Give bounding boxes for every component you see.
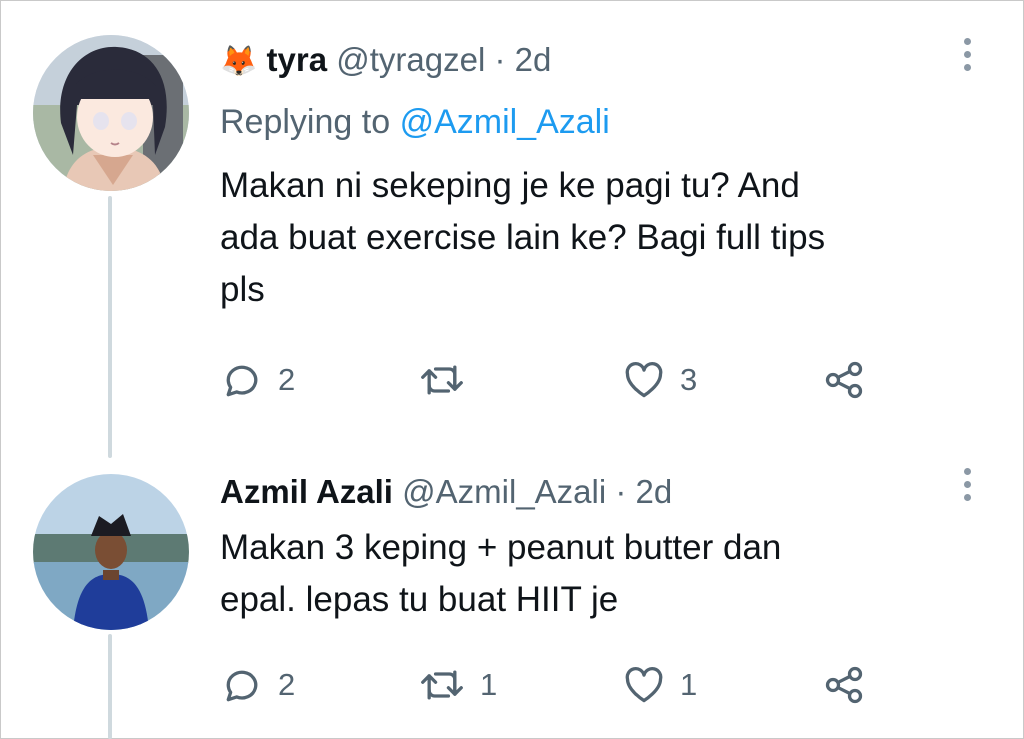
tweet-header: 🦊 tyra @tyragzel · 2d xyxy=(220,40,551,82)
tweet-text-line: Makan ni sekeping je ke pagi tu? And xyxy=(220,166,800,205)
tweet-text-line: Makan 3 keping + peanut butter dan xyxy=(220,528,782,567)
replying-to-line: Replying to @Azmil_Azali xyxy=(220,102,610,142)
retweet-count: 1 xyxy=(480,667,498,702)
retweet-icon xyxy=(421,670,463,700)
like-count: 3 xyxy=(680,362,698,397)
separator-dot: · xyxy=(615,473,627,510)
like-icon xyxy=(625,667,663,703)
share-button[interactable] xyxy=(822,358,866,402)
tweet-text: Makan 3 keping + peanut butter dan epal.… xyxy=(220,522,781,626)
avatar-azmil[interactable] xyxy=(33,474,189,630)
share-icon xyxy=(825,361,863,399)
more-icon[interactable] xyxy=(961,38,973,74)
replying-to-mention[interactable]: @Azmil_Azali xyxy=(400,103,610,141)
display-name[interactable]: tyra xyxy=(267,41,328,78)
retweet-button[interactable]: 1 xyxy=(418,663,497,707)
avatar-tyra[interactable] xyxy=(33,35,189,191)
retweet-icon xyxy=(421,365,463,395)
like-icon xyxy=(625,362,663,398)
reply-button[interactable]: 2 xyxy=(220,663,295,707)
separator-dot: · xyxy=(494,41,506,78)
reply-count: 2 xyxy=(278,667,296,702)
reply-count: 2 xyxy=(278,362,296,397)
user-handle[interactable]: @Azmil_Azali xyxy=(402,473,606,510)
retweet-button[interactable] xyxy=(418,358,480,402)
user-handle[interactable]: @tyragzel xyxy=(336,41,485,78)
like-count: 1 xyxy=(680,667,698,702)
display-name[interactable]: Azmil Azali xyxy=(220,473,393,510)
tweet-time[interactable]: 2d xyxy=(636,473,673,510)
share-button[interactable] xyxy=(822,663,866,707)
like-button[interactable]: 1 xyxy=(622,663,697,707)
fox-emoji: 🦊 xyxy=(220,45,258,78)
share-icon xyxy=(825,666,863,704)
profile-photo-image xyxy=(33,474,189,630)
reply-button[interactable]: 2 xyxy=(220,358,295,402)
thread-line xyxy=(108,196,112,458)
reply-icon xyxy=(226,670,258,702)
reply-icon xyxy=(226,365,258,397)
tweet-text-line: ada buat exercise lain ke? Bagi full tip… xyxy=(220,218,826,257)
replying-to-label: Replying to xyxy=(220,103,391,141)
tweet-text-line: pls xyxy=(220,270,265,309)
tweet-text-line: epal. lepas tu buat HIIT je xyxy=(220,580,619,619)
tweet-time[interactable]: 2d xyxy=(515,41,552,78)
thread-line-continuation xyxy=(108,634,112,739)
anime-avatar-image xyxy=(33,35,189,191)
more-icon[interactable] xyxy=(961,468,973,504)
tweet-header: Azmil Azali @Azmil_Azali · 2d xyxy=(220,472,672,512)
like-button[interactable]: 3 xyxy=(622,358,697,402)
tweet-text: Makan ni sekeping je ke pagi tu? And ada… xyxy=(220,160,825,316)
